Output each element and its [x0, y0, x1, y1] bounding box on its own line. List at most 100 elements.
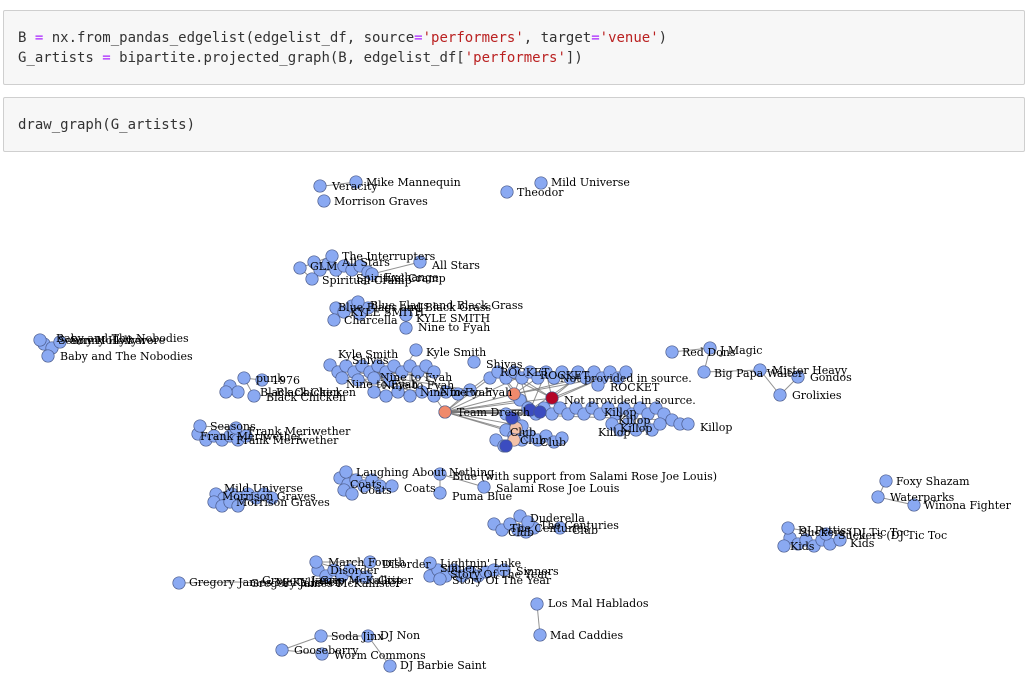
- graph-node: [339, 465, 353, 479]
- node-label: Nine to Fyah: [346, 378, 418, 391]
- node-label: Spiritual Cramp: [322, 274, 412, 287]
- graph-node: [653, 417, 667, 431]
- code-line-1: B = nx.from_pandas_edgelist(edgelist_df,…: [18, 28, 667, 48]
- graph-node: [172, 576, 186, 590]
- node-label: Puma Blue: [452, 490, 512, 503]
- node-label: J Magic: [719, 344, 762, 357]
- code-token: 'venue': [599, 30, 659, 46]
- node-label: Nine to Fyah: [440, 386, 512, 399]
- graph-node: [499, 439, 513, 453]
- node-label: Kyle Smith: [426, 346, 486, 359]
- node-label: Coats: [404, 482, 436, 495]
- node-label: DJ Non: [380, 629, 420, 642]
- code-line-2: G_artists = bipartite.projected_graph(B,…: [18, 48, 583, 68]
- node-label: Lightnin' Luke: [440, 557, 521, 570]
- node-label: Shivas: [486, 358, 523, 371]
- code-cell-2[interactable]: draw_graph(G_artists): [3, 97, 1025, 152]
- graph-output: Spiritual Cramp All Stars Blue Flags and B…: [0, 152, 1026, 683]
- node-label: GLM: [310, 260, 337, 273]
- code-token: , target: [523, 30, 592, 46]
- graph-node: [314, 629, 328, 643]
- node-label: Disorder: [382, 558, 431, 571]
- node-label: Mad Caddies: [550, 629, 623, 642]
- node-label: Club: [540, 436, 566, 449]
- graph-node: [879, 474, 893, 488]
- node-label: Grolixies: [792, 389, 842, 402]
- node-label: Seasons: [210, 420, 256, 433]
- node-label: Club: [572, 524, 598, 537]
- code-token: ): [658, 30, 668, 46]
- graph-node: [530, 597, 544, 611]
- node-label: Grip: [378, 574, 403, 587]
- graph-edges: [39, 181, 915, 667]
- node-label: Nine to Fyah: [418, 321, 490, 334]
- node-label: Club: [508, 526, 534, 539]
- node-label: Theodor: [517, 186, 564, 199]
- graph-node: [500, 185, 514, 199]
- code-token: nx.from_pandas_edgelist(edgelist_df, sou…: [43, 30, 415, 46]
- code-token: =: [414, 30, 423, 46]
- graph-node: [305, 272, 319, 286]
- code-token: ]): [565, 50, 583, 66]
- node-label: Black Chicken: [266, 391, 346, 404]
- graph-node: [665, 345, 679, 359]
- node-label: Blue Flags and Black Grass: [370, 299, 523, 312]
- code-token: =: [102, 50, 111, 66]
- graph-node: [681, 417, 695, 431]
- graph-node: [33, 333, 47, 347]
- code-token: B: [18, 30, 35, 46]
- node-label: Not provided in source.: [564, 394, 696, 407]
- code-token: =: [591, 30, 600, 46]
- graph-node: [219, 385, 233, 399]
- node-label: Frank Meriwether: [248, 425, 351, 438]
- graph-node: [41, 349, 55, 363]
- graph-node: [871, 490, 885, 504]
- graph-node: [545, 391, 559, 405]
- graph-nodes: [33, 175, 921, 673]
- graph-node: [247, 389, 261, 403]
- node-label: Foxy Shazam: [896, 475, 970, 488]
- node-label: Veracity: [331, 180, 378, 193]
- node-label: The Interrupters: [342, 250, 436, 263]
- node-label: DJ Barbie Saint: [400, 659, 487, 672]
- graph-node: [313, 179, 327, 193]
- node-label: Killop: [700, 421, 732, 434]
- code-cell-1[interactable]: B = nx.from_pandas_edgelist(edgelist_df,…: [3, 10, 1025, 85]
- node-label: Gregory James McKallister: [189, 576, 341, 589]
- graph-node: [409, 343, 423, 357]
- code-token: 'performers': [422, 30, 524, 46]
- node-label: Soda Jinx: [331, 630, 384, 643]
- graph-node: [327, 313, 341, 327]
- node-label: Sonny Hollywore: [58, 334, 153, 347]
- node-label: Morrison Graves: [236, 496, 330, 509]
- node-label: Story Of The Year: [452, 574, 552, 587]
- node-label: ROCKET: [610, 381, 660, 394]
- graph-node: [275, 643, 289, 657]
- node-label: Salami Rose Joe Louis: [496, 482, 620, 495]
- node-label: Gondos: [810, 371, 852, 384]
- code-token: 'performers': [464, 50, 566, 66]
- graph-node: [309, 555, 323, 569]
- node-label: Kids: [790, 540, 815, 553]
- code-token: bipartite.projected_graph(B, edgelist_df…: [110, 50, 465, 66]
- node-label: 1976: [272, 374, 300, 387]
- graph-node: [781, 521, 795, 535]
- node-label: Team Dresch: [457, 406, 530, 419]
- code-token: G_artists: [18, 50, 103, 66]
- node-label: Winona Fighter: [924, 499, 1012, 512]
- graph-node: [697, 365, 711, 379]
- graph-node: [533, 405, 547, 419]
- graph-node: [237, 371, 251, 385]
- node-label: Charcella: [344, 314, 398, 327]
- node-label: Mike Mannequin: [366, 176, 461, 189]
- graph-node: [533, 628, 547, 642]
- node-label: Coats: [360, 484, 392, 497]
- node-label: Shivas: [352, 354, 389, 367]
- code-token: draw_graph(G_artists): [18, 117, 196, 133]
- graph-node: [317, 194, 331, 208]
- node-label: Baby and The Nobodies: [60, 350, 193, 363]
- network-graph: Spiritual CrampAll StarsBlue Flags and B…: [33, 175, 1012, 673]
- node-label: Killop: [598, 426, 630, 439]
- graph-node: [231, 385, 245, 399]
- code-line-3: draw_graph(G_artists): [18, 115, 195, 135]
